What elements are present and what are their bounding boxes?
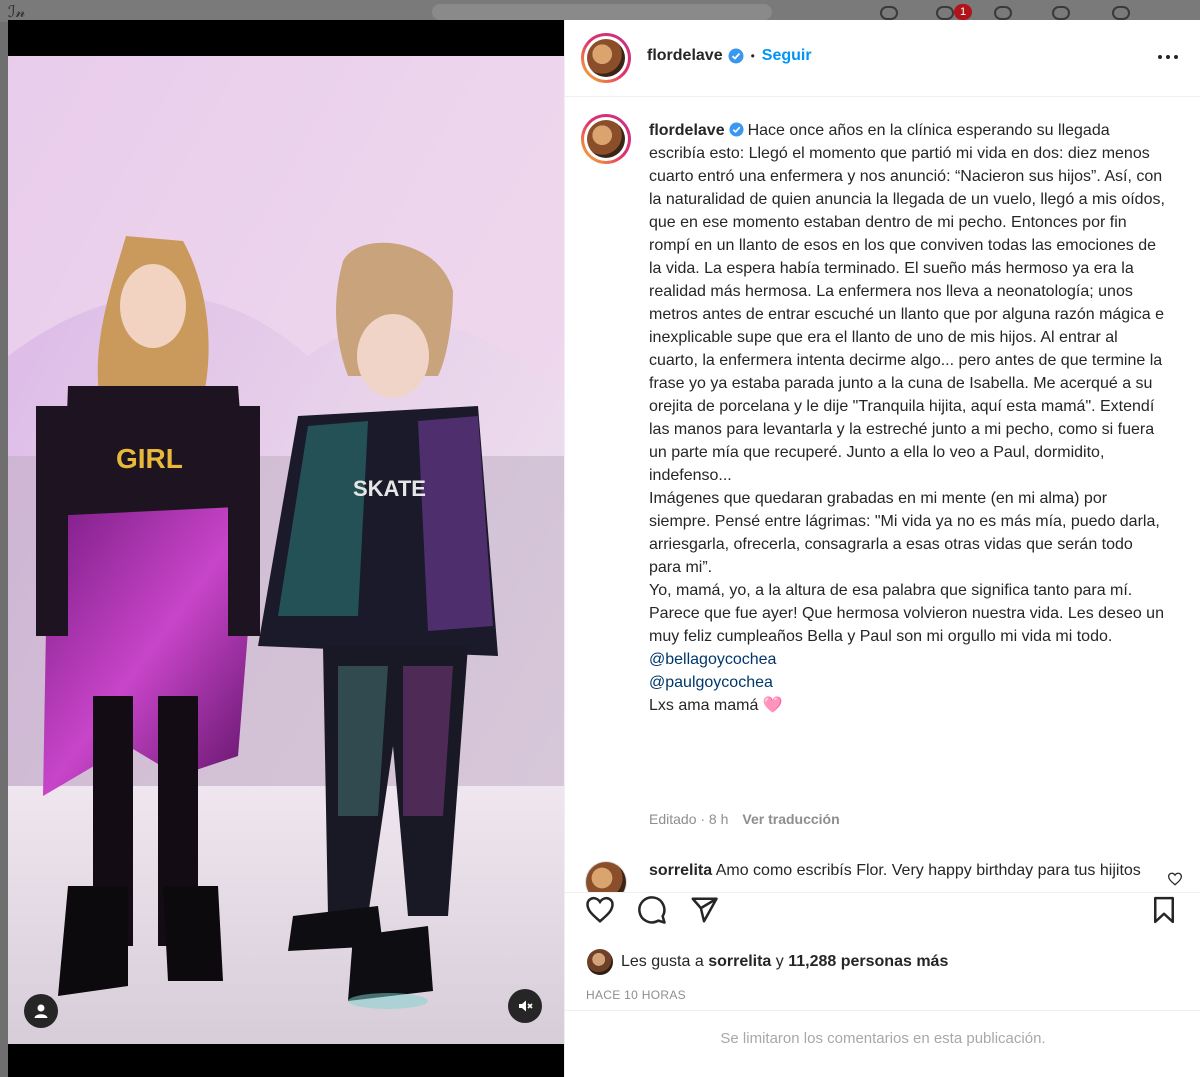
caption-avatar[interactable] xyxy=(581,114,631,164)
post-timestamp[interactable]: HACE 10 HORAS xyxy=(586,988,686,1002)
header-separator: • xyxy=(750,49,755,63)
see-translation-button[interactable]: Ver traducción xyxy=(742,811,839,827)
liker-username[interactable]: sorrelita xyxy=(708,953,771,971)
search-bar[interactable] xyxy=(432,4,772,20)
author-avatar[interactable] xyxy=(581,33,631,83)
comment-icon[interactable] xyxy=(637,895,667,925)
svg-text:SKATE: SKATE xyxy=(353,476,426,501)
activity-icon[interactable] xyxy=(1112,6,1130,20)
user-tag-icon xyxy=(34,1004,48,1018)
heart-small-icon[interactable] xyxy=(1167,872,1183,886)
author-username[interactable]: flordelave xyxy=(647,47,723,65)
comments-limited-notice: Se limitaron los comentarios en esta pub… xyxy=(565,1010,1200,1077)
post-header: flordelave • Seguir xyxy=(565,20,1200,97)
comment-text: Amo como escribís Flor. Very happy birth… xyxy=(715,862,1141,879)
comment-item: sorrelita Amo como escribís Flor. Very h… xyxy=(649,859,1149,879)
post-media: GIRL SKATE xyxy=(8,20,564,1077)
caption-signoff: Lxs ama mamá 🩷 xyxy=(649,697,783,714)
home-icon[interactable] xyxy=(880,6,898,20)
comment-username[interactable]: sorrelita xyxy=(649,862,712,879)
post-caption: flordelave Hace once años en la clínica e… xyxy=(649,119,1169,717)
tagged-users-button[interactable] xyxy=(24,994,58,1028)
likes-count[interactable]: 11,288 personas más xyxy=(788,953,948,971)
more-icon[interactable] xyxy=(1155,47,1181,67)
follow-button[interactable]: Seguir xyxy=(762,47,812,65)
mute-button[interactable] xyxy=(508,989,542,1023)
likes-prefix: Les gusta a xyxy=(621,953,704,970)
instagram-logo: ℐ𝓃 xyxy=(8,2,26,21)
like-icon[interactable] xyxy=(585,895,615,925)
new-post-icon[interactable] xyxy=(994,6,1012,20)
mute-icon xyxy=(519,1000,533,1012)
notification-badge: 1 xyxy=(954,4,972,20)
caption-text: Hace once años en la clínica esperando s… xyxy=(649,122,1165,645)
verified-icon xyxy=(728,48,744,64)
save-icon[interactable] xyxy=(1149,895,1179,925)
explore-icon[interactable] xyxy=(1052,6,1070,20)
caption-username[interactable]: flordelave xyxy=(649,122,725,139)
edited-label: Editado · 8 h xyxy=(649,811,729,827)
commenter-avatar[interactable] xyxy=(585,861,627,892)
svg-text:GIRL: GIRL xyxy=(116,443,183,474)
liker-avatar[interactable] xyxy=(587,949,613,975)
post-modal: GIRL SKATE flordelave • Seguir flordelav… xyxy=(8,20,1200,1077)
mention-link[interactable]: @bellagoycochea xyxy=(649,651,776,668)
likes-summary: Les gusta a sorrelita y 11,288 personas … xyxy=(587,948,948,976)
post-sidebar: flordelave • Seguir flordelave Hace once … xyxy=(564,20,1200,1077)
share-icon[interactable] xyxy=(689,895,719,925)
mention-link[interactable]: @paulgoycochea xyxy=(649,674,773,691)
likes-and: y xyxy=(775,953,784,970)
background-topbar: ℐ𝓃 1 xyxy=(0,0,1200,22)
comments-scroll-area[interactable]: flordelave Hace once años en la clínica e… xyxy=(565,97,1200,893)
caption-meta: Editado · 8 h Ver traducción xyxy=(649,811,840,827)
messenger-icon[interactable] xyxy=(936,6,954,20)
verified-icon xyxy=(729,122,744,137)
post-photo[interactable]: GIRL SKATE xyxy=(8,56,564,1044)
